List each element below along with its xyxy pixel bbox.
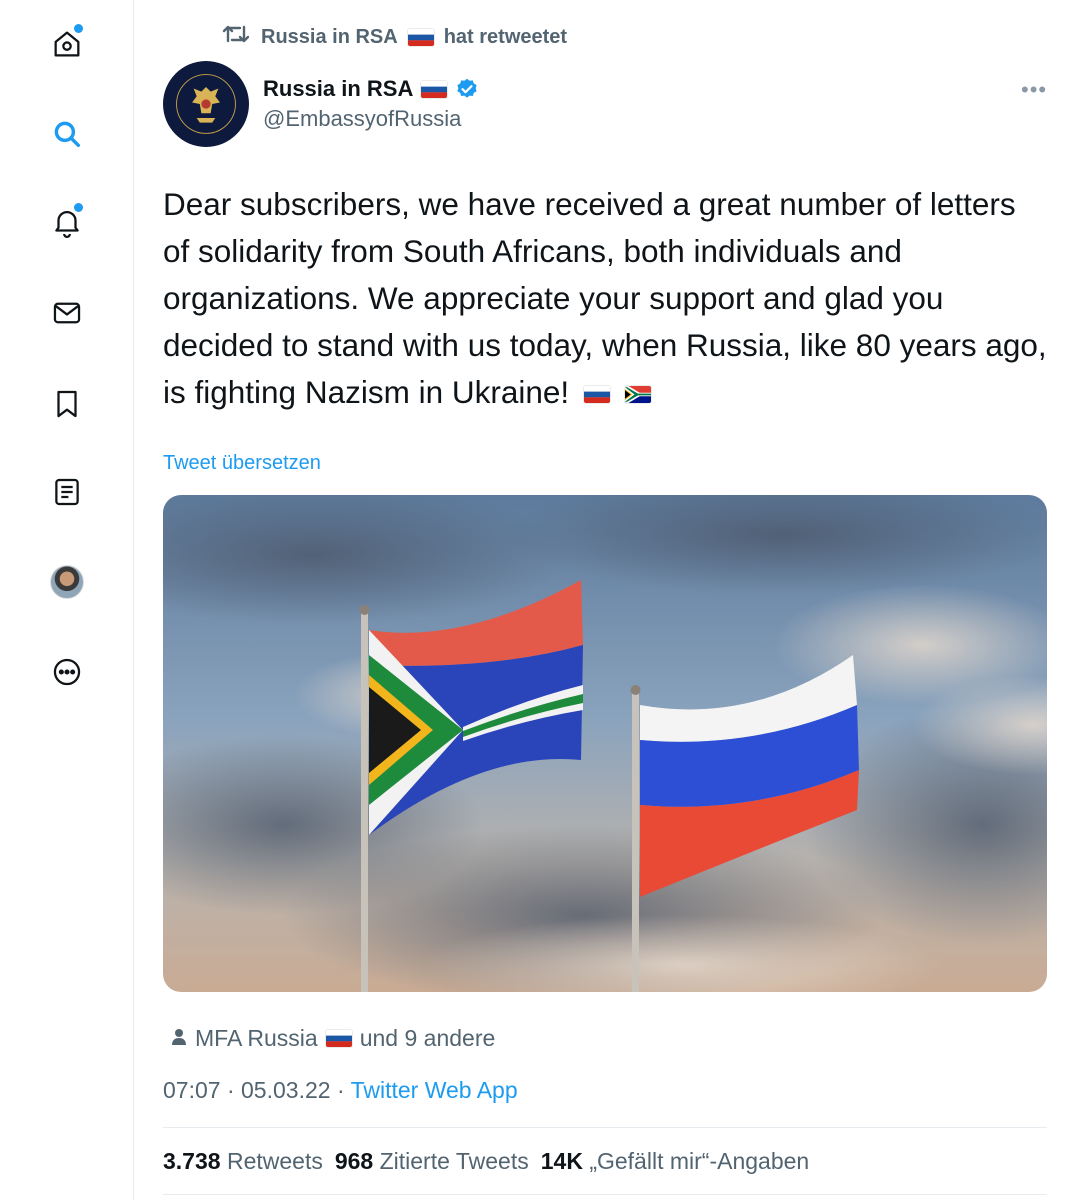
coat-of-arms-emblem — [176, 74, 236, 134]
author-name: Russia in RSA — [263, 76, 414, 101]
south-africa-flag-icon — [624, 386, 651, 404]
retweet-context[interactable]: Russia in RSA hat retweetet — [221, 21, 567, 53]
more-options-icon[interactable]: ••• — [1021, 77, 1047, 103]
liked-by-row[interactable]: MFA Russia und 9 andere — [171, 1025, 495, 1052]
retweets-label: Retweets — [226, 1148, 323, 1174]
home-icon[interactable] — [44, 21, 90, 67]
tweet-meta: 07:07 · 05.03.22 · Twitter Web App — [163, 1077, 518, 1104]
translate-tweet-link[interactable]: Tweet übersetzen — [163, 452, 321, 475]
more-icon[interactable] — [44, 649, 90, 695]
quote-tweets-stat[interactable]: 968 Zitierte Tweets — [335, 1148, 529, 1175]
retweet-suffix: hat retweetet — [443, 25, 568, 48]
tweet-body: Dear subscribers, we have received a gre… — [163, 181, 1047, 416]
divider — [163, 1194, 1047, 1195]
meta-separator: · — [336, 1077, 345, 1103]
engagement-stats: 3.738 Retweets 968 Zitierte Tweets 14K „… — [163, 1148, 809, 1175]
likes-count: 14K — [540, 1148, 583, 1174]
notifications-dot — [74, 203, 83, 212]
likes-label: „Gefällt mir“-Angaben — [589, 1148, 810, 1174]
russia-flag-icon — [325, 1030, 352, 1047]
retweets-stat[interactable]: 3.738 Retweets — [163, 1148, 323, 1175]
russia-flag-icon — [583, 386, 610, 404]
retweeter-name: Russia in RSA — [261, 25, 398, 48]
tweet-image[interactable] — [163, 495, 1047, 992]
messages-icon[interactable] — [44, 290, 90, 336]
author-name-row[interactable]: Russia in RSA — [263, 76, 479, 102]
author-avatar[interactable] — [163, 61, 249, 147]
lists-icon[interactable] — [44, 469, 90, 515]
tweet-time[interactable]: 07:07 — [163, 1077, 221, 1103]
retweet-icon — [221, 21, 251, 53]
avatar — [50, 565, 84, 599]
profile-avatar[interactable] — [44, 559, 90, 605]
tweet-text: Dear subscribers, we have received a gre… — [163, 186, 1047, 410]
verified-badge-icon — [455, 77, 479, 101]
meta-separator: · — [226, 1077, 235, 1103]
author-handle[interactable]: @EmbassyofRussia — [263, 106, 461, 132]
bookmarks-icon[interactable] — [44, 381, 90, 427]
search-icon[interactable] — [44, 111, 90, 157]
likers-suffix: und 9 andere — [359, 1025, 496, 1051]
liker-name: MFA Russia — [195, 1025, 318, 1051]
sidebar-nav — [0, 0, 134, 1200]
likes-stat[interactable]: 14K „Gefällt mir“-Angaben — [541, 1148, 809, 1175]
notifications-icon[interactable] — [44, 199, 90, 245]
tweet-date[interactable]: 05.03.22 — [241, 1077, 331, 1103]
person-icon — [171, 1025, 187, 1052]
client-link[interactable]: Twitter Web App — [351, 1077, 518, 1103]
flags-photo — [163, 495, 1047, 992]
quotes-count: 968 — [334, 1148, 374, 1174]
quotes-label: Zitierte Tweets — [379, 1148, 529, 1174]
home-notification-dot — [74, 24, 83, 33]
divider — [163, 1127, 1047, 1128]
retweets-count: 3.738 — [163, 1148, 221, 1174]
russia-flag-icon — [421, 80, 448, 98]
russia-flag-icon — [407, 28, 434, 46]
